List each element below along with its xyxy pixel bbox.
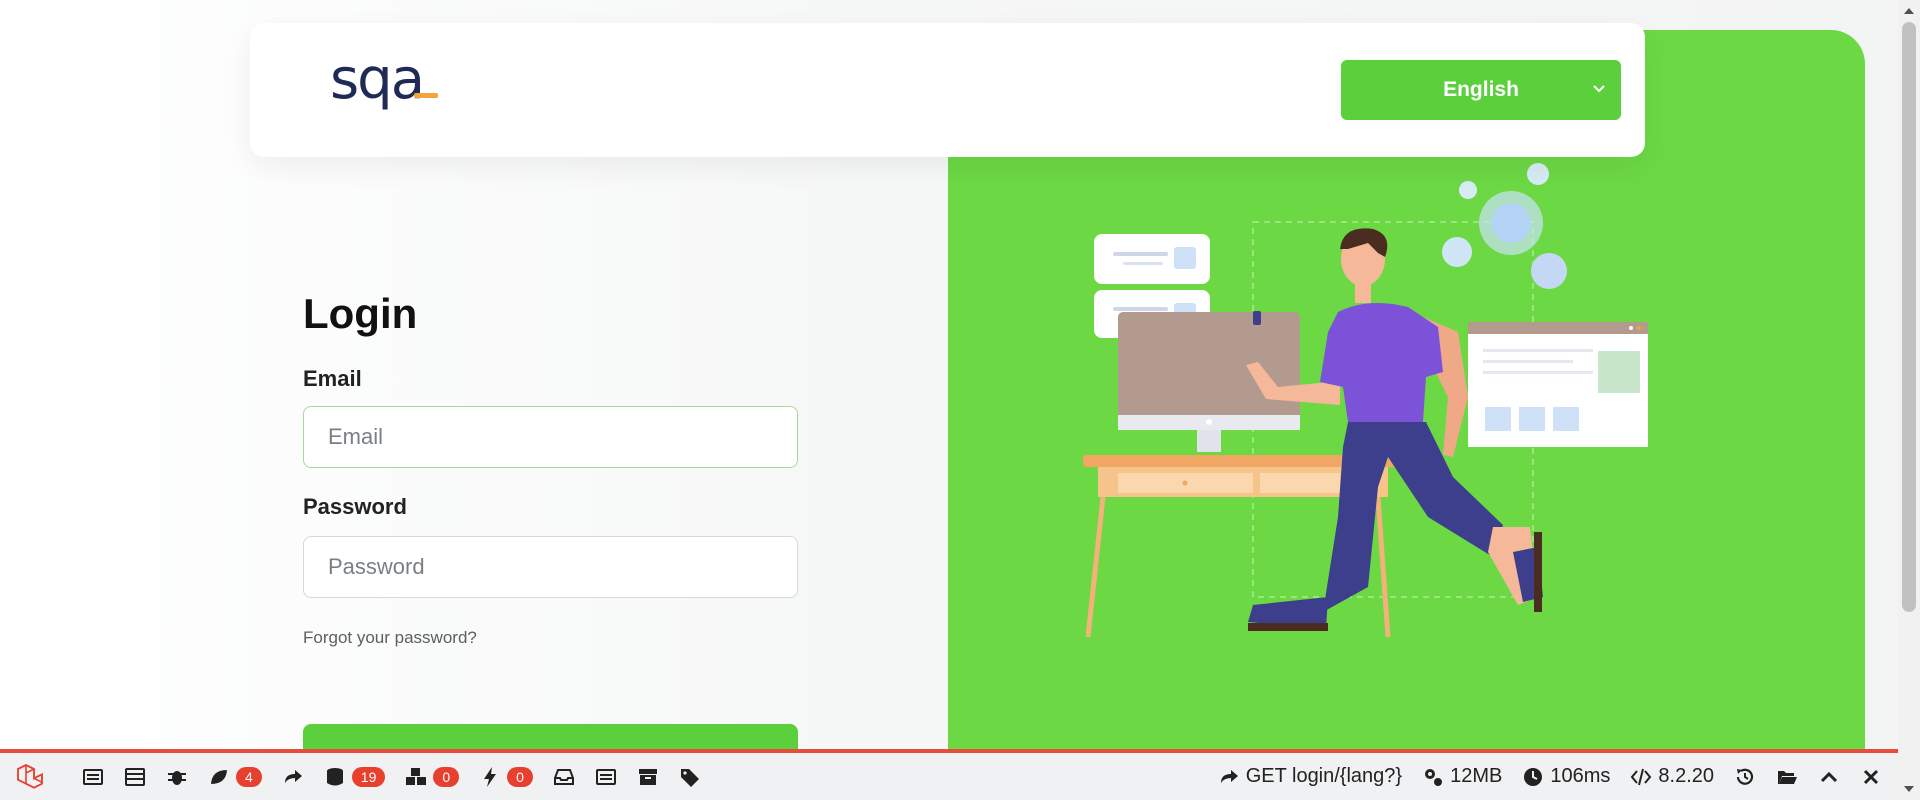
password-input[interactable] [303, 536, 798, 598]
session-archive-icon[interactable] [627, 753, 669, 800]
route-info[interactable]: GET login/{lang?} [1208, 753, 1412, 800]
cache-count-badge: 0 [433, 766, 460, 787]
scroll-thumb[interactable] [1902, 22, 1916, 612]
forgot-password-link[interactable]: Forgot your password? [303, 628, 477, 648]
login-button[interactable]: Login [303, 724, 798, 751]
mail-inbox-icon[interactable] [543, 753, 585, 800]
code-icon [1631, 768, 1652, 785]
request-list-icon[interactable] [585, 753, 627, 800]
php-version-info[interactable]: 8.2.20 [1620, 753, 1724, 800]
queries-database-icon[interactable]: 19 [314, 753, 396, 800]
language-selected: English [1443, 78, 1519, 101]
messages-icon[interactable] [72, 753, 114, 800]
scroll-up-arrow-icon[interactable] [1903, 6, 1915, 16]
queries-count-badge: 19 [351, 766, 386, 787]
php-version-text: 8.2.20 [1658, 765, 1714, 787]
password-label: Password [303, 494, 407, 519]
memory-text: 12MB [1450, 765, 1503, 787]
page-scrollbar[interactable] [1898, 0, 1920, 800]
debug-bar: 4 19 0 0 GET login/{lang?} 12MB 106ms 8.… [0, 749, 1898, 800]
history-icon[interactable] [1724, 753, 1766, 800]
models-count-badge: 4 [236, 766, 262, 787]
time-info[interactable]: 106ms [1512, 753, 1620, 800]
laravel-logo-icon[interactable] [0, 753, 56, 800]
login-title: Login [303, 290, 418, 337]
hero-illustration [1083, 163, 1648, 638]
language-select[interactable]: English [1341, 60, 1621, 120]
cache-cubes-icon[interactable]: 0 [395, 753, 469, 800]
share-arrow-icon [1220, 769, 1238, 783]
exceptions-bug-icon[interactable] [156, 753, 198, 800]
route-text: GET login/{lang?} [1245, 765, 1403, 787]
memory-info[interactable]: 12MB [1412, 753, 1512, 800]
time-text: 106ms [1550, 765, 1611, 787]
debug-bar-right: GET login/{lang?} 12MB 106ms 8.2.20 [1208, 753, 1898, 800]
events-count-badge: 0 [507, 766, 533, 787]
tags-icon[interactable] [669, 753, 711, 800]
clock-icon [1524, 767, 1543, 786]
scroll-down-arrow-icon[interactable] [1903, 784, 1915, 794]
page: sqa English Login Email Password Forgot … [0, 0, 1898, 751]
email-input[interactable] [303, 406, 798, 468]
logo[interactable]: sqa [330, 52, 425, 108]
chevron-down-icon [1593, 85, 1605, 93]
close-icon[interactable] [1850, 753, 1898, 800]
route-arrow-icon[interactable] [272, 753, 314, 800]
events-bolt-icon[interactable]: 0 [469, 753, 543, 800]
email-label: Email [303, 366, 362, 391]
chevron-up-icon[interactable] [1808, 753, 1850, 800]
views-leaf-icon[interactable]: 4 [198, 753, 272, 800]
gears-icon [1425, 768, 1443, 786]
logo-accent [414, 93, 438, 98]
open-folder-icon[interactable] [1766, 753, 1808, 800]
timeline-icon[interactable] [114, 753, 156, 800]
